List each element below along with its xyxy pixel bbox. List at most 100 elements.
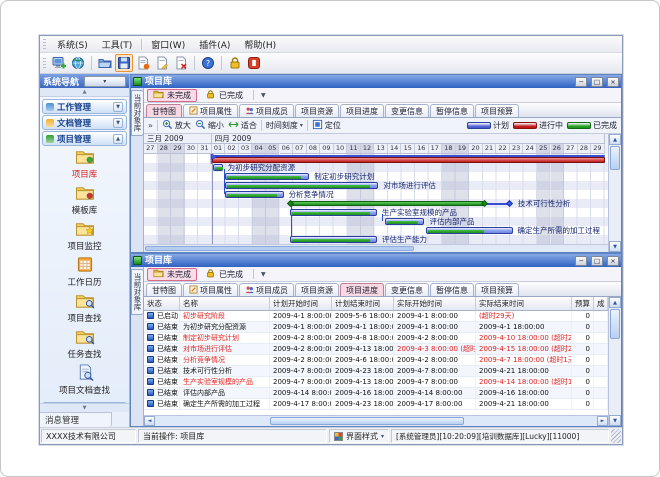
sidebar-item-4[interactable]: 项目查找 [42, 292, 127, 324]
doc-new-icon[interactable] [134, 54, 152, 72]
tab-甘特图[interactable]: 甘特图 [146, 104, 182, 117]
current-object-vertical-tab[interactable]: 当前对象库 [131, 267, 144, 426]
sidebar-section-2[interactable]: 项目管理▲ [42, 131, 127, 146]
menu-item-4[interactable]: 帮助(H) [237, 37, 283, 52]
current-object-vertical-tab[interactable]: 当前对象库 [131, 88, 144, 252]
chevron-down-icon[interactable]: ▼ [258, 271, 269, 278]
gantt-task-bar[interactable] [225, 173, 309, 180]
menu-item-0[interactable]: 系统(S) [50, 37, 95, 52]
gantt-task-bar[interactable] [426, 227, 513, 234]
sidebar-item-6[interactable]: 项目文档查找 [42, 364, 127, 396]
tab-变更信息[interactable]: 变更信息 [385, 104, 429, 117]
summary-done-bar[interactable] [290, 201, 484, 206]
close-button[interactable]: × [607, 77, 619, 87]
gantt-vertical-scrollbar[interactable]: ▲ ▼ [608, 134, 621, 252]
maximize-button[interactable]: □ [591, 77, 603, 87]
时间刻度-button[interactable]: 时间刻度▾ [266, 120, 303, 131]
computer-add-icon[interactable] [50, 54, 68, 72]
tab-暂停信息[interactable]: 暂停信息 [430, 104, 474, 117]
column-header-4[interactable]: 实际开始时间 [394, 297, 476, 310]
menu-item-1[interactable]: 工具(T) [95, 37, 140, 52]
scroll-right-icon[interactable]: ► [597, 416, 608, 426]
globe-icon[interactable] [69, 54, 87, 72]
scroll-left-icon[interactable]: ◄ [144, 416, 155, 426]
filter-tab-1[interactable]: 已完成 [199, 268, 249, 281]
column-header-2[interactable]: 计划开始时间 [270, 297, 332, 310]
sidebar-item-0[interactable]: 项目库 [42, 148, 127, 180]
放大-button[interactable]: 放大 [162, 119, 191, 132]
table-vertical-scrollbar[interactable]: ▲ ▼ [608, 297, 621, 426]
scroll-up-icon[interactable]: ▲ [609, 134, 621, 145]
gantt-task-bar[interactable] [385, 218, 424, 225]
tab-项目成员[interactable]: 项目成员 [239, 104, 294, 117]
sidebar-section-0[interactable]: 工作管理▼ [42, 99, 127, 114]
filter-tab-1[interactable]: 已完成 [199, 89, 249, 102]
适合-button[interactable]: 适合 [228, 119, 257, 132]
tab-项目预算[interactable]: 项目预算 [475, 283, 519, 296]
scrollbar-thumb[interactable] [610, 146, 620, 170]
filter-tab-0[interactable]: 未完成 [147, 268, 197, 281]
gantt-task-bar[interactable] [290, 209, 377, 216]
column-header-6[interactable]: 预算 [572, 297, 594, 310]
gantt-task-bar[interactable] [225, 182, 378, 189]
table-row[interactable]: 已结束分析竞争情况2009-4-2 8:00:002009-4-6 18:00:… [144, 355, 608, 366]
doc-delete-icon[interactable] [172, 54, 190, 72]
table-horizontal-scrollbar[interactable]: ◄ ► [144, 415, 608, 426]
menu-item-2[interactable]: 窗口(W) [144, 37, 192, 52]
gantt-task-bar[interactable] [225, 191, 283, 198]
tab-项目资源[interactable]: 项目资源 [295, 104, 339, 117]
overflow-chevron-icon[interactable]: » [148, 121, 153, 130]
window-title-bar[interactable]: 项目库 ─ □ × [131, 75, 621, 88]
sidebar-item-5[interactable]: 任务查找 [42, 328, 127, 360]
sidebar-item-3[interactable]: 工作日历 [42, 256, 127, 288]
gantt-task-bar[interactable] [213, 164, 222, 171]
tab-项目属性[interactable]: 项目属性 [183, 104, 238, 117]
缩小-button[interactable]: 缩小 [195, 119, 224, 132]
scrollbar-thumb[interactable] [610, 309, 620, 339]
table-row[interactable]: 已结束确定生产所需的加工过程2009-4-17 8:00:002009-4-23… [144, 399, 608, 410]
toolbar-grip[interactable] [43, 58, 46, 69]
tab-项目进度[interactable]: 项目进度 [340, 283, 384, 296]
tab-项目资源[interactable]: 项目资源 [295, 283, 339, 296]
collapse-icon[interactable]: ▲ [113, 134, 123, 144]
menu-item-3[interactable]: 插件(A) [192, 37, 237, 52]
doc-edit-icon[interactable] [153, 54, 171, 72]
sidebar-scroll-down[interactable]: ▼ [40, 403, 129, 412]
column-header-5[interactable]: 实际结束时间 [476, 297, 572, 310]
table-row[interactable]: 已结束评估内部产品2009-4-14 8:00:002009-4-16 18:0… [144, 388, 608, 399]
column-header-1[interactable]: 名称 [180, 297, 270, 310]
pin-icon[interactable]: ▾ [84, 76, 127, 87]
tab-项目属性[interactable]: 项目属性 [183, 283, 238, 296]
column-header-7[interactable]: 成 [594, 297, 608, 310]
table-header[interactable]: 状态名称计划开始时间计划结束时间实际开始时间实际结束时间预算成 [144, 297, 608, 311]
sidebar-title-bar[interactable]: 系统导航 ▾ [40, 74, 129, 88]
scroll-up-icon[interactable]: ▲ [609, 297, 621, 308]
minimize-button[interactable]: ─ [575, 256, 587, 266]
tab-message-management[interactable]: 消息管理 [40, 412, 112, 427]
menu-grip[interactable] [43, 39, 46, 50]
column-header-0[interactable]: 状态 [144, 297, 180, 310]
gantt-grid[interactable]: 为初步研究分配资源制定初步研究计划对市场进行评估分析竞争情况技术可行性分析生产实… [144, 154, 608, 244]
column-header-3[interactable]: 计划结束时间 [332, 297, 394, 310]
table-row[interactable]: 已结束生产实验室规模的产品2009-4-7 8:00:002009-4-13 1… [144, 377, 608, 388]
scrollbar-thumb[interactable] [145, 246, 414, 251]
exit-icon[interactable] [245, 54, 263, 72]
folder-open-icon[interactable] [96, 54, 114, 72]
filter-tab-0[interactable]: 未完成 [147, 89, 197, 102]
scroll-down-icon[interactable]: ▼ [609, 241, 621, 252]
scroll-down-icon[interactable]: ▼ [609, 415, 621, 426]
table-row[interactable]: 已启动初步研究阶段2009-4-1 8:00:002009-5-6 18:00:… [144, 311, 608, 322]
scrollbar-thumb[interactable] [270, 417, 464, 425]
close-button[interactable]: × [607, 256, 619, 266]
sidebar-scroll-up[interactable]: ▲ [40, 88, 129, 97]
tab-项目成员[interactable]: 项目成员 [239, 283, 294, 296]
window-title-bar[interactable]: 项目库 ─ □ × [131, 254, 621, 267]
minimize-button[interactable]: ─ [575, 77, 587, 87]
table-row[interactable]: 已结束技术可行性分析2009-4-7 8:00:002009-4-23 18:0… [144, 366, 608, 377]
table-row[interactable]: 已结束制定初步研究计划2009-4-2 8:00:002009-4-8 18:0… [144, 333, 608, 344]
tab-变更信息[interactable]: 变更信息 [385, 283, 429, 296]
table-row[interactable]: 已结束为初步研究分配资源2009-4-1 8:00:002009-4-1 18:… [144, 322, 608, 333]
tab-甘特图[interactable]: 甘特图 [146, 283, 182, 296]
定位-button[interactable]: 定位 [312, 119, 341, 132]
gantt-horizontal-scrollbar[interactable] [144, 244, 608, 252]
